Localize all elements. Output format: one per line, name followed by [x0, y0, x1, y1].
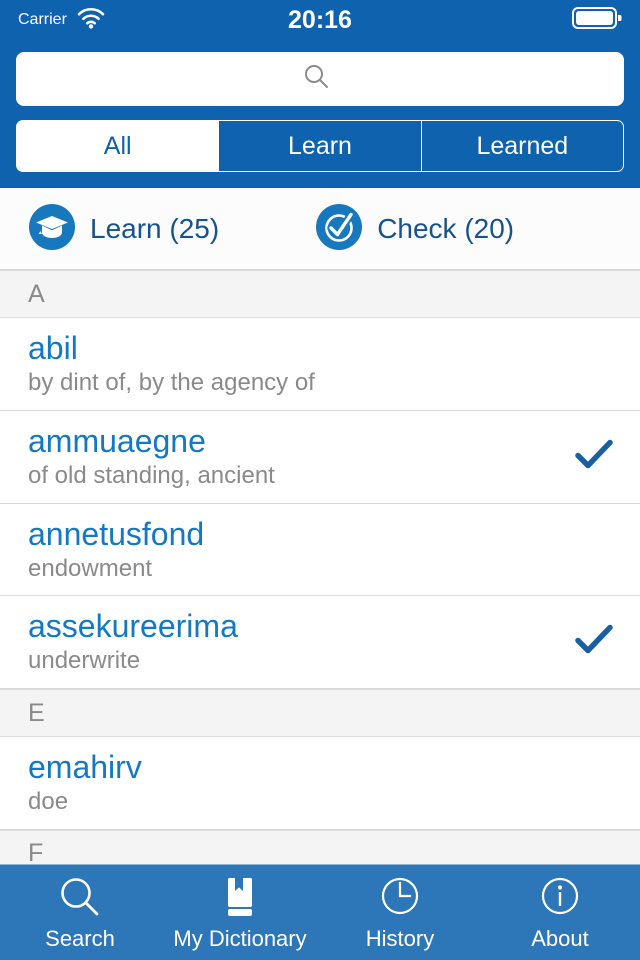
learn-button-label: Learn (25): [90, 212, 220, 244]
status-bar-left: Carrier: [18, 7, 105, 34]
tab-history-label: History: [365, 925, 435, 951]
tab-search-label: Search: [45, 925, 115, 951]
segment-learn[interactable]: Learn: [219, 120, 422, 172]
tab-about-label: About: [531, 925, 589, 951]
table-row[interactable]: ammuaegne of old standing, ancient: [0, 410, 640, 504]
word-definition: by dint of, by the agency of: [28, 369, 315, 396]
tab-search[interactable]: Search: [0, 865, 160, 960]
learned-check-icon: [574, 437, 614, 476]
wifi-icon: [77, 7, 105, 34]
search-field[interactable]: [16, 52, 624, 106]
word-term: abil: [28, 330, 78, 366]
segment-all[interactable]: All: [16, 120, 220, 172]
section-header-e: E: [0, 689, 640, 738]
search-input[interactable]: [16, 52, 624, 106]
filter-segmented-container: All Learn Learned: [0, 106, 640, 188]
book-icon: [217, 874, 263, 920]
filter-segmented-control[interactable]: All Learn Learned: [16, 120, 624, 172]
tab-my-dictionary-label: My Dictionary: [173, 925, 307, 951]
check-button-label: Check (20): [377, 212, 515, 244]
battery-full-icon: [572, 6, 622, 35]
header: Carrier 20:16 All Learn Learned: [0, 0, 640, 188]
word-term: ammuaegne: [28, 422, 206, 459]
action-bar: Learn (25) Check (20): [0, 188, 640, 270]
segment-learned[interactable]: Learned: [421, 120, 624, 172]
word-list[interactable]: A abil by dint of, by the agency of ammu…: [0, 270, 640, 864]
graduation-cap-icon: [28, 203, 76, 254]
search-icon: [57, 874, 103, 920]
word-term: annetusfond: [28, 515, 205, 552]
section-header-a: A: [0, 270, 640, 318]
tab-bar: Search My Dictionary History About: [0, 864, 640, 960]
word-definition: of old standing, ancient: [28, 461, 275, 489]
clock-icon: [377, 874, 423, 920]
learn-button[interactable]: Learn (25): [28, 203, 219, 254]
word-definition: endowment: [28, 554, 153, 582]
word-term: assekureerima: [28, 608, 238, 645]
word-definition: underwrite: [28, 647, 141, 675]
info-circle-icon: [537, 874, 583, 920]
table-row[interactable]: assekureerima underwrite: [0, 596, 640, 690]
tab-history[interactable]: History: [320, 865, 480, 960]
table-row[interactable]: abil by dint of, by the agency of: [0, 318, 640, 411]
tab-my-dictionary[interactable]: My Dictionary: [160, 865, 320, 960]
table-row[interactable]: emahirv doe: [0, 737, 640, 830]
word-definition: doe: [28, 788, 69, 816]
table-row[interactable]: annetusfond endowment: [0, 503, 640, 597]
app-root: Carrier 20:16 All Learn Learned Learn (2…: [0, 0, 640, 960]
check-button[interactable]: Check (20): [315, 203, 514, 254]
learned-check-icon: [574, 623, 614, 662]
tab-about[interactable]: About: [480, 865, 640, 960]
section-header-f: F: [0, 829, 640, 864]
carrier-label: Carrier: [18, 11, 67, 28]
status-bar-right: [572, 6, 622, 35]
search-bar-container: [0, 40, 640, 106]
word-term: emahirv: [28, 749, 142, 786]
check-circle-icon: [315, 203, 363, 254]
status-bar: Carrier 20:16: [0, 0, 640, 40]
